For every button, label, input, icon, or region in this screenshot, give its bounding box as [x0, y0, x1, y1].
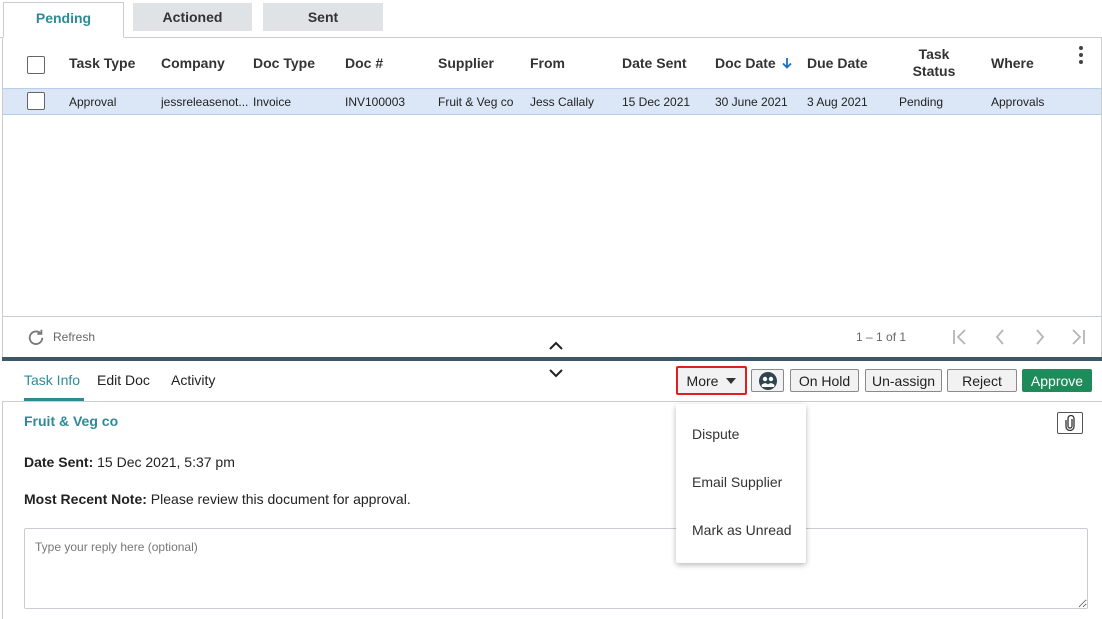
select-all-checkbox[interactable] [27, 56, 45, 74]
refresh-icon [28, 329, 44, 345]
tab-task-info[interactable]: Task Info [24, 372, 80, 388]
on-hold-button[interactable]: On Hold [790, 369, 859, 392]
supplier-name: Fruit & Veg co [24, 413, 119, 429]
tab-activity[interactable]: Activity [171, 372, 215, 388]
date-sent-line: Date Sent: 15 Dec 2021, 5:37 pm [24, 454, 235, 470]
col-doc-num[interactable]: Doc # [345, 38, 383, 88]
col-from[interactable]: From [530, 38, 565, 88]
cell-company: jessreleasenot... [161, 94, 249, 109]
unassign-button[interactable]: Un-assign [865, 369, 942, 392]
col-doc-date[interactable]: Doc Date [715, 38, 792, 88]
caret-down-icon [726, 377, 737, 384]
chevron-up-icon[interactable] [548, 341, 564, 351]
recent-note-value: Please review this document for approval… [150, 491, 411, 507]
col-task-type[interactable]: Task Type [69, 38, 135, 88]
assign-user-button[interactable] [751, 369, 784, 392]
attachment-button[interactable] [1057, 412, 1083, 434]
refresh-button[interactable]: Refresh [27, 328, 95, 346]
tab-edit-doc[interactable]: Edit Doc [97, 372, 150, 388]
cell-doc-num: INV100003 [345, 94, 406, 109]
cell-supplier: Fruit & Veg co [438, 94, 514, 109]
task-info-panel: Fruit & Veg co Date Sent: 15 Dec 2021, 5… [2, 402, 1102, 619]
menu-item-mark-unread[interactable]: Mark as Unread [692, 522, 792, 538]
refresh-label: Refresh [53, 330, 96, 344]
date-sent-value: 15 Dec 2021, 5:37 pm [97, 454, 235, 470]
recent-note-line: Most Recent Note: Please review this doc… [24, 491, 411, 507]
grid-header: Task Type Company Doc Type Doc # Supplie… [3, 38, 1101, 88]
row-checkbox[interactable] [27, 92, 45, 110]
date-sent-label: Date Sent: [24, 454, 94, 470]
cell-doc-date: 30 June 2021 [715, 94, 788, 109]
col-due-date[interactable]: Due Date [807, 38, 868, 88]
cell-task-type: Approval [69, 94, 117, 109]
menu-item-email-supplier[interactable]: Email Supplier [692, 474, 782, 490]
active-tab-indicator [24, 398, 84, 401]
column-menu-icon[interactable] [1079, 46, 1085, 66]
task-grid: Task Type Company Doc Type Doc # Supplie… [2, 38, 1102, 358]
tab-pending[interactable]: Pending [3, 2, 124, 38]
col-doc-date-label: Doc Date [715, 55, 776, 71]
cell-task-status: Pending [899, 94, 944, 109]
reply-textarea[interactable] [24, 528, 1088, 609]
col-company[interactable]: Company [161, 38, 225, 88]
reject-button[interactable]: Reject [947, 369, 1017, 392]
col-where[interactable]: Where [991, 38, 1034, 88]
col-supplier[interactable]: Supplier [438, 38, 494, 88]
cell-date-sent: 15 Dec 2021 [622, 94, 691, 109]
last-page-icon[interactable] [1067, 326, 1089, 348]
first-page-icon[interactable] [949, 326, 971, 348]
cell-from: Jess Callaly [530, 94, 595, 109]
more-dropdown-menu: Dispute Email Supplier Mark as Unread [676, 404, 806, 563]
users-icon [758, 371, 777, 390]
tab-sent[interactable]: Sent [263, 3, 383, 31]
paperclip-icon [1065, 415, 1075, 431]
col-date-sent[interactable]: Date Sent [622, 38, 687, 88]
approve-button[interactable]: Approve [1022, 369, 1092, 392]
tab-actioned[interactable]: Actioned [133, 3, 252, 31]
menu-item-dispute[interactable]: Dispute [692, 426, 739, 442]
col-task-status-line1: Task [918, 46, 950, 62]
cell-doc-type: Invoice [253, 94, 292, 109]
sort-down-arrow-icon [782, 58, 792, 69]
more-button-label: More [686, 372, 719, 389]
grid-footer: Refresh 1 – 1 of 1 [3, 316, 1101, 358]
top-tab-bar: Pending Actioned Sent [0, 0, 1102, 38]
col-task-status[interactable]: Task Status [899, 38, 969, 88]
more-button[interactable]: More [676, 366, 747, 395]
prev-page-icon[interactable] [989, 326, 1011, 348]
table-row[interactable]: Approval jessreleasenot... Invoice INV10… [3, 88, 1101, 115]
pager-range: 1 – 1 of 1 [856, 330, 907, 344]
col-task-status-line2: Status [912, 63, 956, 79]
cell-where: Approvals [991, 94, 1045, 109]
recent-note-label: Most Recent Note: [24, 491, 147, 507]
cell-due-date: 3 Aug 2021 [807, 94, 868, 109]
next-page-icon[interactable] [1029, 326, 1051, 348]
col-doc-type[interactable]: Doc Type [253, 38, 315, 88]
